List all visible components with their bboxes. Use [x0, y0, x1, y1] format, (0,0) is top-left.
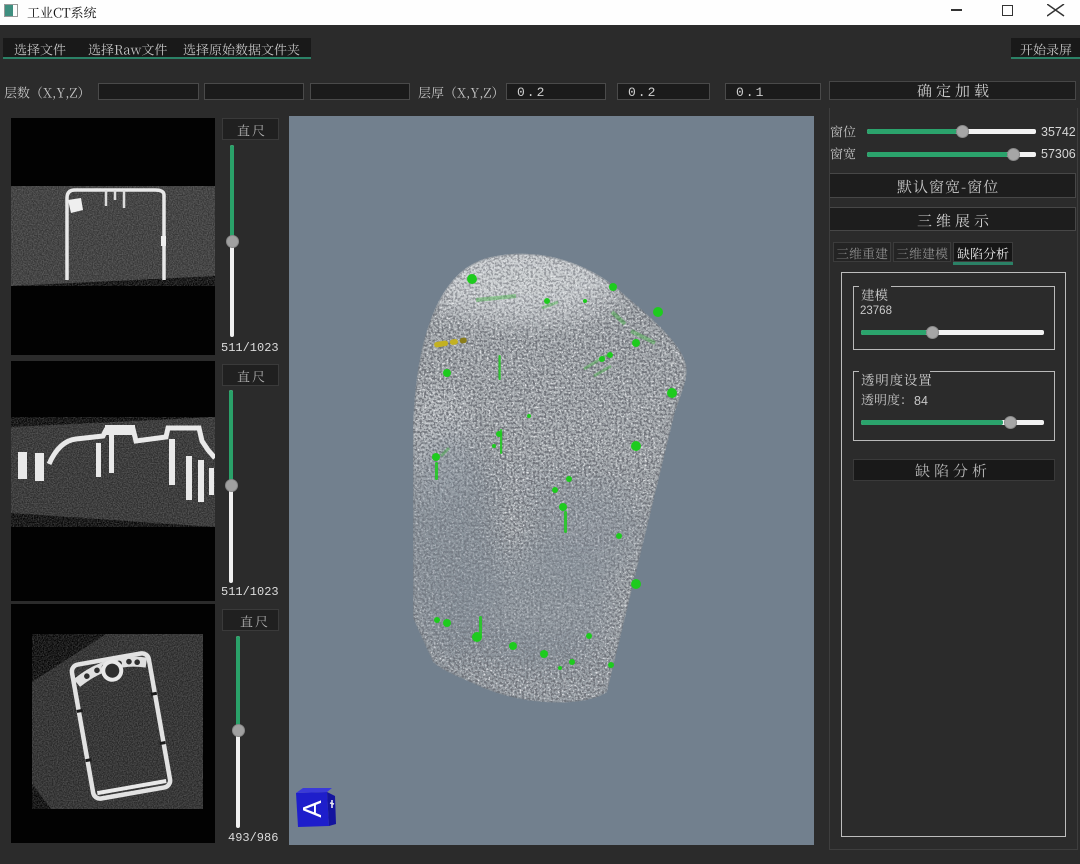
svg-text:A: A [297, 800, 327, 818]
